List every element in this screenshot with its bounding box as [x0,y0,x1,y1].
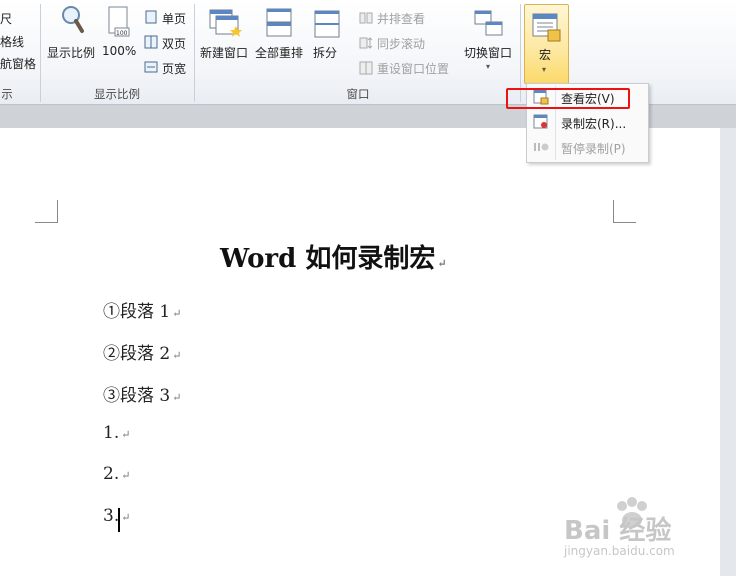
magnifier-icon [62,6,84,33]
gridlines-checkbox-label[interactable]: 格线 [0,33,24,50]
crop-mark-right [613,200,636,223]
pilcrow-icon: ↵ [121,428,131,441]
document-title-text: Word 如何录制宏 [220,244,436,274]
switch-windows-button[interactable]: 切换窗口 ▾ [462,2,518,78]
watermark-brand: Bai 经验 [564,516,672,546]
side-by-side-icon [359,12,373,24]
nav-pane-checkbox-label[interactable]: 航窗格 [0,55,36,72]
crop-mark-left [35,200,58,223]
baidu-jingyan-watermark: Bai 经验 jingyan.baidu.com [562,492,712,567]
chevron-down-icon: ▾ [542,65,547,74]
pilcrow-icon: ↵ [172,349,182,362]
sync-scroll-label: 同步滚动 [377,37,426,51]
split-icon [314,10,340,38]
paragraph: ③段落 3 ↵ [103,381,181,406]
watermark-url: jingyan.baidu.com [564,544,675,558]
pilcrow-icon: ↵ [437,257,447,270]
switch-windows-icon [474,10,503,36]
page-width-label: 页宽 [162,62,187,76]
paragraph-text: ②段落 2 [103,344,171,364]
window-group-label: 窗口 [346,87,370,101]
group-separator [194,4,195,102]
switch-windows-label: 切换窗口 [464,46,513,60]
reset-position-icon [359,61,373,75]
new-window-label: 新建窗口 [200,46,249,60]
arrange-all-icon [266,8,292,37]
page-width-icon [144,61,158,73]
menu-item-label: 录制宏(R)... [561,117,627,131]
record-macro-icon [533,114,548,129]
macros-label: 宏 [539,48,552,62]
menu-item-label: 暂停录制(P) [561,142,626,156]
pilcrow-icon: ↵ [121,469,131,482]
macros-icon [532,13,561,42]
one-page-button[interactable]: 单页 [142,9,190,27]
menu-item-record-macro[interactable]: 录制宏(R)... [527,111,648,133]
chevron-down-icon: ▾ [486,62,491,71]
reset-position-label: 重设窗口位置 [377,62,450,76]
reset-window-position-button[interactable]: 重设窗口位置 [357,60,457,78]
document-title: Word 如何录制宏 ↵ [220,238,447,275]
arrange-all-label: 全部重排 [255,46,304,60]
new-window-button[interactable]: 新建窗口 [198,2,252,62]
highlight-box [506,88,630,109]
svg-text:100: 100 [116,30,128,37]
pilcrow-icon: ↵ [172,391,182,404]
paragraph-text: 3. [103,506,120,526]
zoom-label: 显示比例 [47,46,96,60]
page-100-icon: 100 [108,6,130,37]
one-page-label: 单页 [162,12,187,26]
zoom-group-label: 显示比例 [94,87,140,101]
vertical-scrollbar[interactable] [720,128,736,576]
pilcrow-icon: ↵ [172,307,182,320]
paragraph: 3. ↵ [103,506,131,532]
two-pages-icon [144,35,158,49]
paragraph: 1. ↵ [103,423,130,443]
side-by-side-label: 并排查看 [377,12,426,26]
paragraph-text: ③段落 3 [103,386,171,406]
text-cursor [118,508,120,532]
group-separator [40,4,41,102]
paragraph-text: 1. [103,423,120,443]
paragraph-text: 2. [103,464,120,484]
new-window-icon [209,9,242,37]
two-pages-button[interactable]: 双页 [142,34,190,52]
view-side-by-side-button[interactable]: 并排查看 [357,10,457,28]
paragraph-text: ①段落 1 [103,302,171,322]
pilcrow-icon: ↵ [121,511,131,524]
page-width-button[interactable]: 页宽 [142,59,190,77]
zoom-100-label: 100% [102,44,137,58]
arrange-all-button[interactable]: 全部重排 [254,2,308,62]
show-group-label: 示 [1,87,13,101]
macros-button[interactable]: 宏 ▾ [524,4,569,84]
sync-scroll-button[interactable]: 同步滚动 [357,35,457,53]
pause-recording-icon [534,143,549,151]
two-pages-label: 双页 [162,37,187,51]
paragraph: ②段落 2 ↵ [103,339,181,364]
menu-item-pause-recording[interactable]: 暂停录制(P) [527,136,648,158]
ruler-checkbox-label[interactable]: 尺 [0,10,12,27]
paragraph: 2. ↵ [103,464,130,484]
zoom-100-button[interactable]: 100 100% [101,2,137,62]
one-page-icon [145,10,157,24]
zoom-button[interactable]: 显示比例 [45,2,99,62]
split-button[interactable]: 拆分 [308,2,346,62]
sync-scroll-icon [359,37,373,49]
split-label: 拆分 [313,46,338,60]
paragraph: ①段落 1 ↵ [103,297,181,322]
